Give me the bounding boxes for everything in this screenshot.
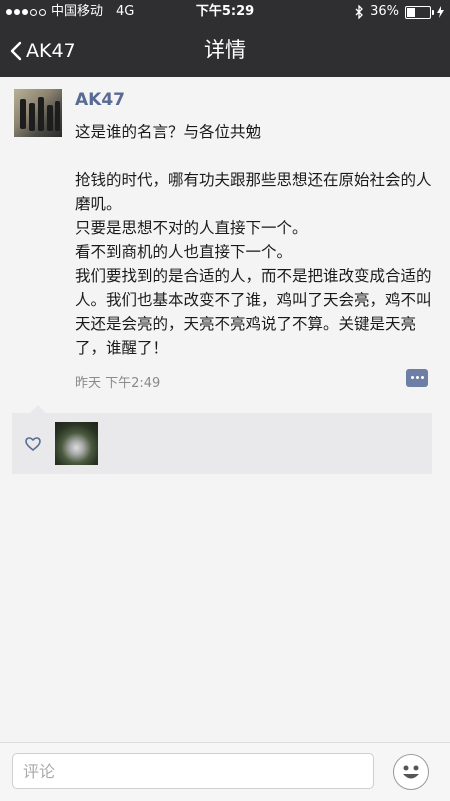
heart-icon (25, 437, 41, 452)
top-header: 中国移动 4G 下午5:29 36% AK47 详情 (0, 0, 450, 77)
battery-icon (405, 5, 434, 19)
comment-icon[interactable] (406, 369, 428, 387)
bluetooth-icon (355, 5, 364, 19)
battery-percent: 36% (370, 4, 399, 19)
status-bar: 中国移动 4G 下午5:29 36% (0, 0, 450, 24)
page-title: 详情 (204, 38, 246, 62)
charging-icon (437, 6, 444, 18)
post-text: 这是谁的名言？与各位共勉 抢钱的时代，哪有功夫跟那些思想还在原始社会的人磨叽。 … (75, 123, 432, 357)
emoji-icon[interactable] (393, 754, 429, 790)
liker-avatar[interactable] (55, 422, 98, 465)
comment-bar: 评论 (0, 742, 450, 801)
status-right: 36% (355, 0, 444, 24)
likes-section (12, 405, 432, 474)
nav-bar: AK47 详情 (0, 24, 450, 77)
author-avatar[interactable] (14, 89, 62, 137)
post-timestamp: 昨天 下午2:49 (75, 376, 161, 391)
author-name[interactable]: AK47 (75, 90, 125, 110)
comment-input[interactable]: 评论 (12, 753, 374, 789)
